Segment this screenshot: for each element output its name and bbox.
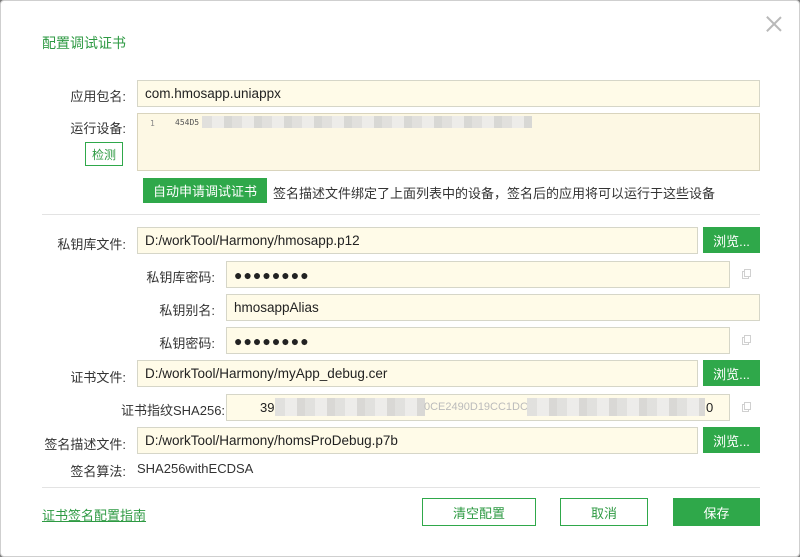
line-number: 1 (150, 119, 155, 128)
key-password-input[interactable]: ●●●●●●●● (226, 327, 730, 354)
keystore-password-label: 私钥库密码: (146, 270, 215, 285)
keystore-label: 私钥库文件: (57, 237, 126, 252)
clear-config-button[interactable]: 清空配置 (422, 498, 536, 526)
redacted-fingerprint (275, 398, 425, 416)
algorithm-label: 签名算法: (70, 464, 126, 479)
profile-input[interactable]: D:/workTool/Harmony/homsProDebug.p7b (137, 427, 698, 454)
save-button[interactable]: 保存 (673, 498, 760, 526)
bundle-name-label: 应用包名: (70, 89, 126, 104)
device-id-prefix: 454D5 (175, 118, 200, 127)
key-password-label: 私钥密码: (159, 336, 215, 351)
cert-guide-link[interactable]: 证书签名配置指南 (42, 505, 146, 524)
fingerprint-input[interactable]: 39 0CE2490D19CC1DC 0 (226, 394, 730, 421)
redacted-device-id (202, 116, 532, 128)
key-alias-input[interactable]: hmosappAlias (226, 294, 760, 321)
algorithm-value: SHA256withECDSA (137, 461, 254, 476)
bundle-name-input[interactable]: com.hmosapp.uniappx (137, 80, 760, 107)
divider (42, 487, 760, 488)
keystore-browse-button[interactable]: 浏览... (703, 227, 760, 253)
fingerprint-label: 证书指纹SHA256: (121, 403, 226, 418)
dialog-title: 配置调试证书 (42, 35, 126, 51)
debug-cert-dialog: 配置调试证书 应用包名: com.hmosapp.uniappx 运行设备: 检… (0, 0, 800, 557)
close-icon[interactable] (765, 15, 783, 33)
keystore-input[interactable]: D:/workTool/Harmony/hmosapp.p12 (137, 227, 698, 254)
fingerprint-end: 0 (706, 400, 714, 415)
auto-apply-cert-button[interactable]: 自动申请调试证书 (143, 178, 267, 203)
detect-button[interactable]: 检测 (85, 142, 123, 166)
divider (42, 214, 760, 215)
keystore-password-input[interactable]: ●●●●●●●● (226, 261, 730, 288)
copy-icon[interactable] (742, 269, 751, 279)
profile-browse-button[interactable]: 浏览... (703, 427, 760, 453)
profile-label: 签名描述文件: (44, 437, 126, 452)
cert-label: 证书文件: (70, 370, 126, 385)
devices-label: 运行设备: (70, 121, 126, 136)
key-alias-label: 私钥别名: (159, 303, 215, 318)
copy-icon[interactable] (742, 402, 751, 412)
cert-browse-button[interactable]: 浏览... (703, 360, 760, 386)
cert-input[interactable]: D:/workTool/Harmony/myApp_debug.cer (137, 360, 698, 387)
fingerprint-start: 39 (260, 400, 275, 415)
auto-apply-note: 签名描述文件绑定了上面列表中的设备，签名后的应用将可以运行于这些设备 (273, 186, 716, 201)
fingerprint-mid: 0CE2490D19CC1DC (424, 401, 528, 413)
redacted-fingerprint (527, 398, 705, 416)
cancel-button[interactable]: 取消 (560, 498, 648, 526)
copy-icon[interactable] (742, 335, 751, 345)
devices-textarea[interactable]: 1 454D5 (137, 113, 760, 171)
